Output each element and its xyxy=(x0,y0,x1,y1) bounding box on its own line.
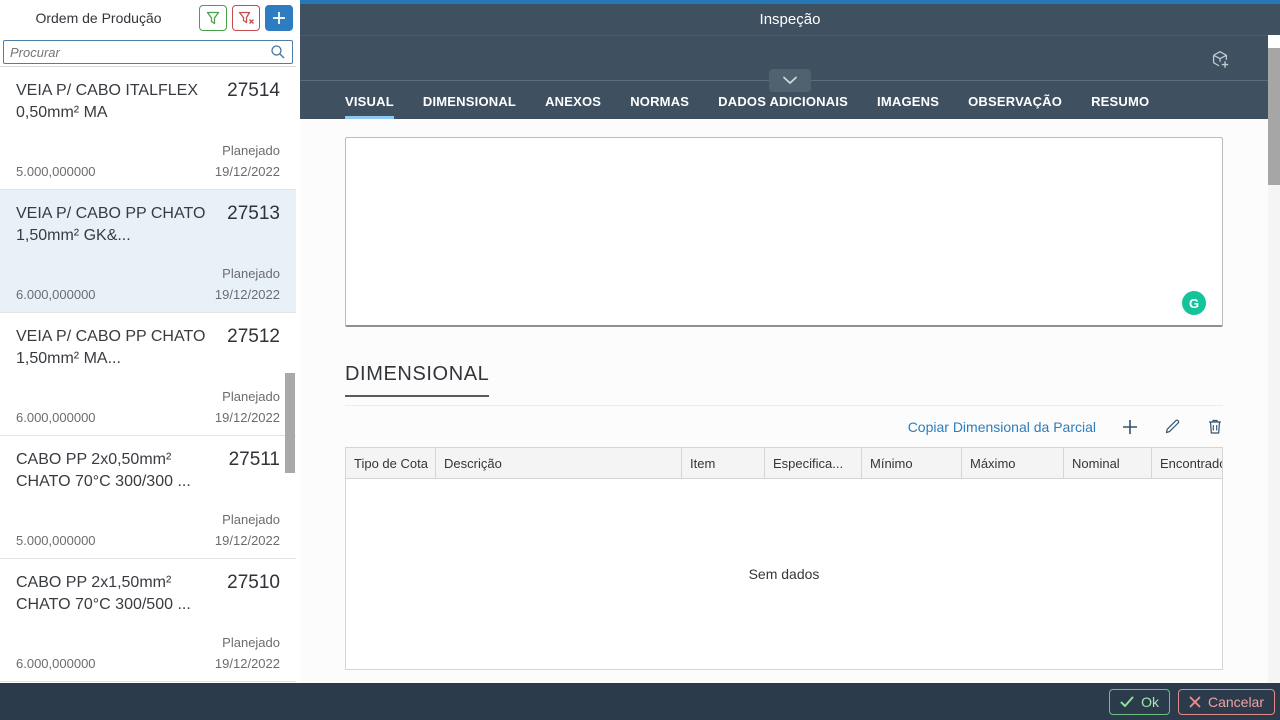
order-date: 19/12/2022 xyxy=(215,164,280,179)
pencil-icon xyxy=(1164,418,1181,435)
search-input[interactable] xyxy=(10,45,270,60)
dimensional-toolbar: Copiar Dimensional da Parcial xyxy=(345,405,1223,447)
order-list-item-selected[interactable]: VEIA P/ CABO PP CHATO 1,50mm² GK&... 275… xyxy=(0,190,296,313)
cancel-button[interactable]: Cancelar xyxy=(1178,689,1275,715)
x-icon xyxy=(1189,696,1201,708)
add-order-button[interactable] xyxy=(265,5,293,31)
column-header[interactable]: Encontrado Mín. xyxy=(1152,448,1222,478)
add-product-icon xyxy=(1209,48,1231,70)
order-number: 27513 xyxy=(227,203,280,247)
order-status: Planejado xyxy=(16,266,280,281)
grammarly-icon[interactable]: G xyxy=(1182,291,1206,315)
order-number: 27510 xyxy=(227,572,280,616)
collapse-header-button[interactable] xyxy=(769,69,811,92)
sidebar-header: Ordem de Produção xyxy=(0,0,296,36)
order-quantity: 5.000,000000 xyxy=(16,533,96,548)
body-row: Ordem de Produção xyxy=(0,0,1280,683)
sidebar-scrollbar-thumb[interactable] xyxy=(285,373,295,473)
order-number: 27514 xyxy=(227,80,280,124)
order-list-item[interactable]: VEIA P/ CABO ITALFLEX 0,50mm² MA 27514 P… xyxy=(0,67,296,190)
dimensional-table: Tipo de Cota Descrição Item Especifica..… xyxy=(345,447,1223,670)
plus-icon xyxy=(1122,419,1138,435)
filter-button[interactable] xyxy=(199,5,227,31)
column-header[interactable]: Item xyxy=(682,448,765,478)
dimensional-table-header: Tipo de Cota Descrição Item Especifica..… xyxy=(346,448,1222,479)
tab-bar: VISUAL DIMENSIONAL ANEXOS NORMAS DADOS A… xyxy=(300,80,1280,119)
production-orders-sidebar: Ordem de Produção xyxy=(0,0,296,683)
tab-normas[interactable]: NORMAS xyxy=(630,94,689,119)
order-list-item[interactable]: VEIA P/ CABO PP CHATO 1,50mm² MA... 2751… xyxy=(0,313,296,436)
cancel-label: Cancelar xyxy=(1208,694,1264,710)
order-title: CABO PP 2x1,50mm² CHATO 70°C 300/500 ... xyxy=(16,572,227,616)
tab-anexos[interactable]: ANEXOS xyxy=(545,94,601,119)
tab-visual[interactable]: VISUAL xyxy=(345,94,394,119)
dimensional-section-title: DIMENSIONAL xyxy=(345,363,489,397)
order-number: 27511 xyxy=(229,449,280,493)
column-header[interactable]: Máximo xyxy=(962,448,1064,478)
order-date: 19/12/2022 xyxy=(215,287,280,302)
page-scrollbar-thumb[interactable] xyxy=(1268,48,1280,185)
chevron-down-icon xyxy=(782,76,798,85)
sidebar-title: Ordem de Produção xyxy=(3,10,194,26)
order-quantity: 5.000,000000 xyxy=(16,164,96,179)
ok-label: Ok xyxy=(1141,694,1159,710)
tab-dados-adicionais[interactable]: DADOS ADICIONAIS xyxy=(718,94,848,119)
ok-button[interactable]: Ok xyxy=(1109,689,1170,715)
column-header[interactable]: Especifica... xyxy=(765,448,862,478)
check-icon xyxy=(1120,696,1134,708)
funnel-icon xyxy=(205,10,221,26)
add-row-button[interactable] xyxy=(1122,419,1138,435)
edit-row-button[interactable] xyxy=(1164,418,1181,435)
dimensional-table-body: Sem dados xyxy=(346,479,1222,669)
production-order-list: VEIA P/ CABO ITALFLEX 0,50mm² MA 27514 P… xyxy=(0,66,296,683)
column-header[interactable]: Nominal xyxy=(1064,448,1152,478)
page-title: Inspeção xyxy=(760,11,821,28)
search-icon[interactable] xyxy=(270,44,286,60)
add-product-button[interactable] xyxy=(1208,47,1232,71)
tab-resumo[interactable]: RESUMO xyxy=(1091,94,1149,119)
empty-state-text: Sem dados xyxy=(749,566,820,582)
order-title: VEIA P/ CABO PP CHATO 1,50mm² MA... xyxy=(16,326,227,370)
order-list-item[interactable]: CABO PP 2x1,50mm² CHATO 70°C 300/500 ...… xyxy=(0,559,296,682)
tab-imagens[interactable]: IMAGENS xyxy=(877,94,939,119)
order-number: 27512 xyxy=(227,326,280,370)
panel-header: Inspeção xyxy=(300,4,1280,35)
funnel-x-icon xyxy=(238,10,255,26)
visual-text-area[interactable]: G xyxy=(345,137,1223,327)
order-title: VEIA P/ CABO PP CHATO 1,50mm² GK&... xyxy=(16,203,227,247)
order-date: 19/12/2022 xyxy=(215,533,280,548)
copy-dimensional-link[interactable]: Copiar Dimensional da Parcial xyxy=(908,419,1096,435)
search-field[interactable] xyxy=(3,40,293,64)
order-quantity: 6.000,000000 xyxy=(16,287,96,302)
order-quantity: 6.000,000000 xyxy=(16,656,96,671)
delete-row-button[interactable] xyxy=(1207,418,1223,435)
page-scrollbar[interactable] xyxy=(1268,35,1280,683)
order-status: Planejado xyxy=(16,635,280,650)
inspection-app: Ordem de Produção xyxy=(0,0,1280,720)
order-date: 19/12/2022 xyxy=(215,656,280,671)
order-status: Planejado xyxy=(16,389,280,404)
order-list-item[interactable]: CABO PP 2x0,50mm² CHATO 70°C 300/300 ...… xyxy=(0,436,296,559)
clear-filter-button[interactable] xyxy=(232,5,260,31)
action-footer: Ok Cancelar xyxy=(0,683,1280,720)
order-title: VEIA P/ CABO ITALFLEX 0,50mm² MA xyxy=(16,80,227,124)
trash-icon xyxy=(1207,418,1223,435)
search-wrap xyxy=(0,36,296,66)
order-date: 19/12/2022 xyxy=(215,410,280,425)
inspection-panel: Inspeção VISUAL DIMENSIONAL ANEXOS xyxy=(300,0,1280,683)
order-status: Planejado xyxy=(16,143,280,158)
tab-observacao[interactable]: OBSERVAÇÃO xyxy=(968,94,1062,119)
order-title: CABO PP 2x0,50mm² CHATO 70°C 300/300 ... xyxy=(16,449,229,493)
order-quantity: 6.000,000000 xyxy=(16,410,96,425)
tab-dimensional[interactable]: DIMENSIONAL xyxy=(423,94,516,119)
order-status: Planejado xyxy=(16,512,280,527)
column-header[interactable]: Descrição xyxy=(436,448,682,478)
plus-icon xyxy=(272,11,286,25)
tab-content: G DIMENSIONAL Copiar Dimensional da Parc… xyxy=(300,119,1280,683)
scrollbar-cap xyxy=(1268,35,1280,48)
column-header[interactable]: Tipo de Cota xyxy=(346,448,436,478)
column-header[interactable]: Mínimo xyxy=(862,448,962,478)
